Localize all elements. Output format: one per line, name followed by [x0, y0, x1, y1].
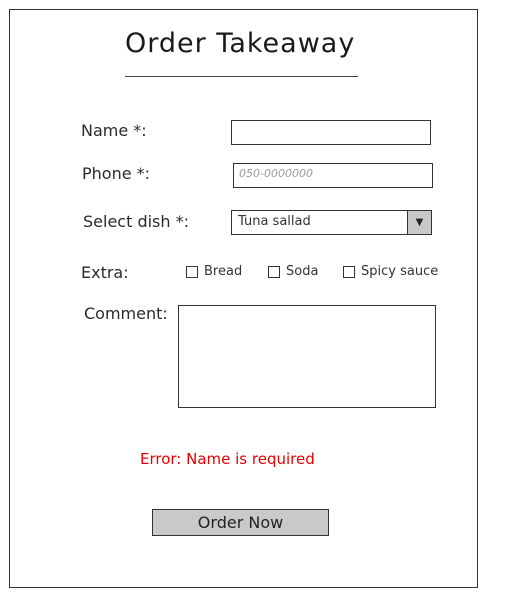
chevron-down-icon[interactable]: ▼ — [407, 211, 431, 234]
dropdown-arrow-glyph: ▼ — [415, 217, 424, 228]
form-frame — [9, 9, 478, 588]
checkbox-box[interactable] — [343, 265, 355, 278]
name-label: Name *: — [81, 121, 147, 140]
checkbox-box[interactable] — [268, 265, 280, 278]
checkbox-label: Soda — [286, 264, 319, 279]
title-underline — [125, 76, 358, 77]
checkbox-label: Spicy sauce — [361, 264, 439, 279]
error-message: Error: Name is required — [140, 450, 315, 468]
phone-input[interactable]: 050-0000000 — [233, 163, 433, 188]
checkbox-label: Bread — [204, 264, 243, 279]
comment-textarea[interactable] — [178, 305, 436, 408]
checkbox-soda[interactable]: Soda — [268, 264, 318, 279]
checkbox-spicy-sauce[interactable]: Spicy sauce — [343, 264, 438, 279]
dish-select[interactable]: Tuna sallad ▼ — [231, 210, 432, 235]
extra-label: Extra: — [81, 263, 129, 282]
dish-select-value: Tuna sallad — [238, 214, 311, 229]
checkbox-box[interactable] — [186, 265, 198, 278]
dish-label: Select dish *: — [83, 212, 189, 231]
phone-label: Phone *: — [82, 164, 151, 183]
checkbox-bread[interactable]: Bread — [186, 264, 242, 279]
order-now-button[interactable]: Order Now — [152, 509, 329, 536]
page-title: Order Takeaway — [125, 28, 356, 59]
name-input[interactable] — [231, 120, 431, 145]
comment-label: Comment: — [84, 304, 168, 323]
phone-input-placeholder: 050-0000000 — [239, 167, 313, 180]
